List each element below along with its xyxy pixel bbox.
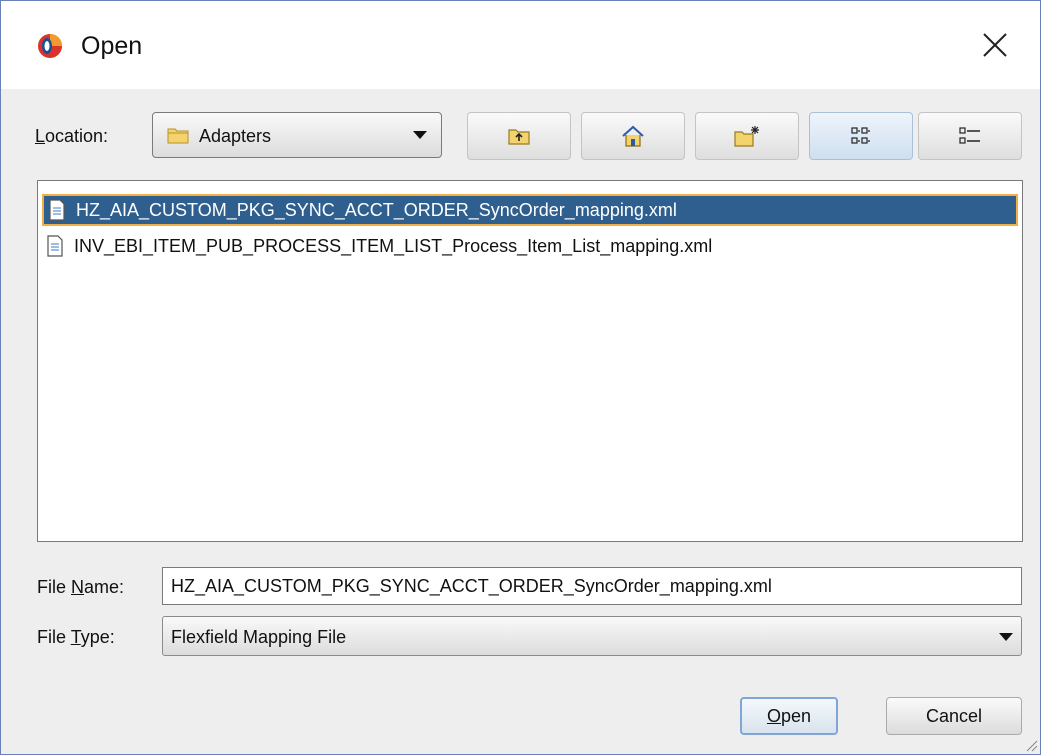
dialog-title: Open bbox=[81, 32, 143, 60]
file-name-text: HZ_AIA_CUSTOM_PKG_SYNC_ACCT_ORDER_SyncOr… bbox=[76, 200, 677, 220]
chevron-down-icon bbox=[999, 633, 1013, 641]
file-type-select[interactable]: Flexfield Mapping File bbox=[162, 616, 1022, 656]
file-list-item[interactable]: INV_EBI_ITEM_PUB_PROCESS_ITEM_LIST_Proce… bbox=[42, 230, 1018, 262]
resize-grip-icon[interactable] bbox=[1024, 738, 1038, 752]
close-icon bbox=[983, 33, 1007, 57]
xml-file-icon bbox=[47, 235, 63, 257]
cancel-button[interactable]: Cancel bbox=[886, 697, 1022, 735]
open-button[interactable]: Open bbox=[740, 697, 838, 735]
file-name-text: INV_EBI_ITEM_PUB_PROCESS_ITEM_LIST_Proce… bbox=[74, 236, 713, 256]
file-list-item-selected[interactable]: HZ_AIA_CUSTOM_PKG_SYNC_ACCT_ORDER_SyncOr… bbox=[42, 194, 1018, 226]
app-icon bbox=[38, 34, 62, 58]
xml-file-icon bbox=[49, 199, 65, 221]
file-type-label: File Type: bbox=[37, 627, 115, 647]
folder-icon bbox=[167, 128, 189, 144]
new-folder-icon bbox=[734, 126, 759, 147]
title-bar: Open bbox=[1, 1, 1040, 89]
home-button[interactable] bbox=[581, 112, 685, 160]
open-dialog: Open Location: Adapters HZ_AIA_CUSTOM_PK… bbox=[0, 0, 1041, 755]
home-icon bbox=[622, 125, 644, 147]
file-type-value: Flexfield Mapping File bbox=[171, 627, 347, 647]
file-list[interactable]: HZ_AIA_CUSTOM_PKG_SYNC_ACCT_ORDER_SyncOr… bbox=[37, 180, 1023, 542]
up-one-level-button[interactable] bbox=[467, 112, 571, 160]
details-view-icon bbox=[959, 127, 980, 144]
folder-up-icon bbox=[508, 129, 530, 145]
details-view-button[interactable] bbox=[918, 112, 1022, 160]
location-label: Location: bbox=[35, 126, 109, 146]
list-view-button[interactable] bbox=[809, 112, 913, 160]
location-combo[interactable]: Adapters bbox=[152, 112, 442, 158]
close-button[interactable] bbox=[971, 21, 1019, 69]
chevron-down-icon bbox=[413, 131, 427, 139]
file-name-input[interactable] bbox=[162, 567, 1022, 605]
new-folder-button[interactable] bbox=[695, 112, 799, 160]
location-value: Adapters bbox=[199, 126, 272, 146]
list-view-icon bbox=[851, 127, 870, 144]
file-name-label: File Name: bbox=[37, 577, 125, 597]
